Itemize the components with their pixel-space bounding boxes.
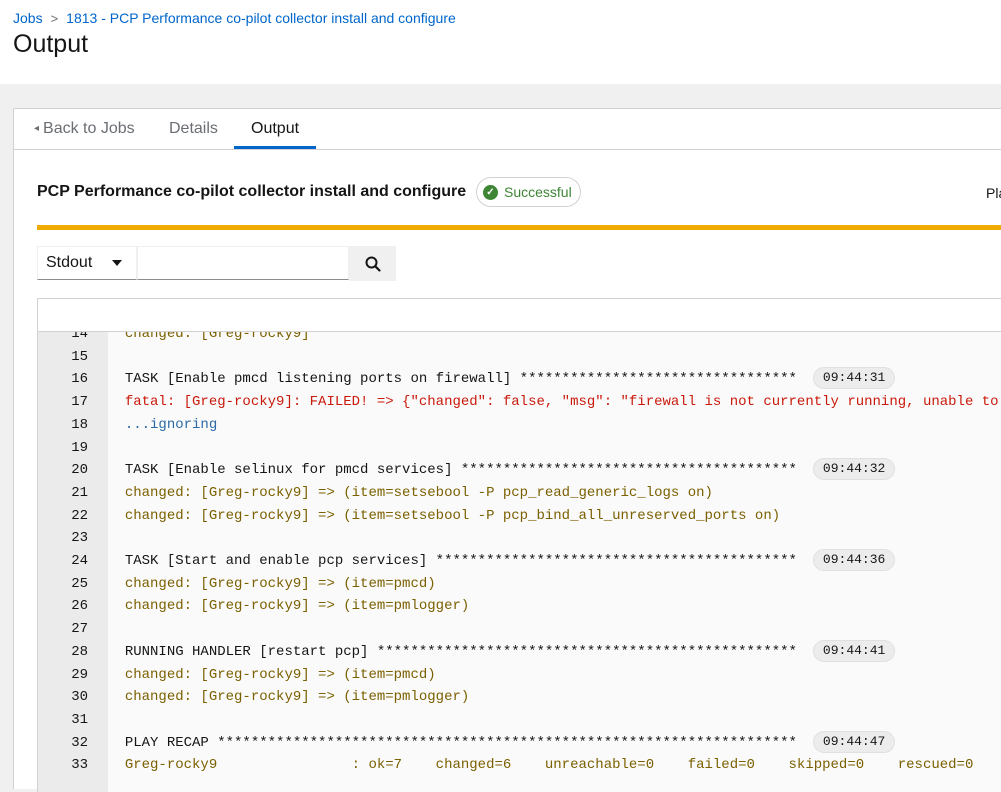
output-line-text: changed: [Greg-rocky9] => (item=pmcd) [124, 575, 436, 592]
output-line-text: RUNNING HANDLER [restart pcp] **********… [124, 643, 797, 660]
timestamp-badge: 09:44:47 [812, 730, 896, 753]
output-line: 23 [38, 527, 1001, 550]
breadcrumb-current-job[interactable]: 1813 - PCP Performance co-pilot collecto… [66, 10, 456, 26]
line-number: 23 [38, 527, 108, 550]
line-number: 20 [38, 459, 108, 482]
output-line: 27 [38, 618, 1001, 641]
timestamp-badge: 09:44:31 [812, 367, 896, 390]
line-number: 18 [38, 413, 108, 436]
output-line-text: TASK [Enable selinux for pmcd services] … [124, 462, 797, 479]
stdout-select[interactable]: Stdout [37, 246, 137, 280]
output-line-text: changed: [Greg-rocky9] => (item=pmlogger… [124, 598, 470, 615]
output-line-text: changed: [Greg-rocky9] => (item=pmlogger… [124, 689, 470, 706]
output-line-text: changed: [Greg-rocky9] => (item=setseboo… [124, 484, 713, 501]
output-pane[interactable]: 14 changed: [Greg-rocky9] 15 16 TASK [Ena… [37, 332, 1001, 792]
output-line: 25 changed: [Greg-rocky9] => (item=pmcd) [38, 572, 1001, 595]
chevron-right-icon: > [50, 11, 59, 26]
check-circle-icon: ✓ [483, 184, 498, 200]
breadcrumb-jobs-link[interactable]: Jobs [13, 10, 43, 26]
output-line: 21 changed: [Greg-rocky9] => (item=setse… [38, 481, 1001, 504]
output-line: 18 ...ignoring [38, 413, 1001, 436]
line-number: 21 [38, 481, 108, 504]
line-number: 25 [38, 572, 108, 595]
output-line-text: TASK [Enable pmcd listening ports on fir… [124, 371, 797, 388]
page-title: Output [13, 30, 89, 58]
output-toolbar [37, 298, 1001, 332]
tab-back-to-jobs-label: Back to Jobs [43, 120, 135, 137]
output-line-text: changed: [Greg-rocky9] [124, 332, 310, 342]
timestamp-badge: 09:44:41 [812, 639, 896, 662]
tab-back-to-jobs[interactable]: ◂ Back to Jobs [34, 109, 135, 149]
output-line: 26 changed: [Greg-rocky9] => (item=pmlog… [38, 595, 1001, 618]
output-line: 22 changed: [Greg-rocky9] => (item=setse… [38, 504, 1001, 527]
play-label: Pla [986, 185, 1001, 201]
search-button[interactable] [349, 246, 396, 281]
output-line: 33 Greg-rocky9 : ok=7 changed=6 unreacha… [38, 754, 1001, 777]
job-progress-bar [37, 225, 1001, 230]
page-header: Jobs >1813 - PCP Performance co-pilot col… [0, 0, 1001, 84]
output-line: 14 changed: [Greg-rocky9] [38, 332, 1001, 345]
output-line-text: ...ignoring [124, 416, 218, 433]
line-number: 30 [38, 686, 108, 709]
line-number: 31 [38, 708, 108, 731]
search-input[interactable] [137, 246, 349, 280]
line-number: 15 [38, 345, 108, 368]
caret-left-icon: ◂ [34, 123, 40, 134]
line-number: 24 [38, 550, 108, 572]
line-number: 33 [38, 754, 108, 777]
output-filter: Stdout [37, 246, 396, 281]
tab-output[interactable]: Output [234, 109, 317, 149]
output-line-text: PLAY RECAP *****************************… [124, 734, 797, 751]
output-line: 30 changed: [Greg-rocky9] => (item=pmlog… [38, 686, 1001, 709]
timestamp-badge: 09:44:36 [812, 549, 896, 571]
output-line: 28 RUNNING HANDLER [restart pcp] *******… [38, 639, 1001, 663]
output-line: 29 changed: [Greg-rocky9] => (item=pmcd) [38, 663, 1001, 686]
output-line: 31 [38, 708, 1001, 731]
output-line-text: changed: [Greg-rocky9] => (item=pmcd) [124, 666, 436, 683]
output-line: 20 TASK [Enable selinux for pmcd service… [38, 458, 1001, 482]
line-number: 29 [38, 663, 108, 686]
line-number: 28 [38, 640, 108, 663]
line-number: 27 [38, 618, 108, 641]
timestamp-badge: 09:44:32 [812, 458, 896, 481]
output-line-text: Greg-rocky9 : ok=7 changed=6 unreachable… [124, 757, 1001, 774]
line-number: 16 [38, 368, 108, 391]
output-line: 15 [38, 345, 1001, 368]
output-line-text: changed: [Greg-rocky9] => (item=setseboo… [124, 507, 781, 524]
caret-down-icon [112, 260, 122, 266]
output-line: 24 TASK [Start and enable pcp services] … [38, 549, 1001, 572]
job-card: ◂ Back to Jobs Details Output PCP Perform… [13, 108, 1001, 792]
status-badge: ✓ Successful [476, 177, 581, 207]
tab-details[interactable]: Details [169, 109, 218, 149]
output-line-text: fatal: [Greg-rocky9]: FAILED! => {"chang… [124, 394, 1001, 411]
stdout-select-value: Stdout [46, 254, 93, 271]
tab-bar: ◂ Back to Jobs Details Output [14, 109, 1001, 150]
breadcrumb: Jobs >1813 - PCP Performance co-pilot col… [13, 10, 456, 26]
line-number: 22 [38, 504, 108, 527]
output-line: 17 fatal: [Greg-rocky9]: FAILED! => {"ch… [38, 391, 1001, 414]
output-line: 19 [38, 436, 1001, 459]
status-label: Successful [504, 184, 572, 200]
output-line: 32 PLAY RECAP **************************… [38, 730, 1001, 754]
search-icon [365, 256, 381, 272]
line-number: 14 [38, 332, 108, 345]
line-number: 17 [38, 391, 108, 414]
line-number: 26 [38, 595, 108, 618]
output-line-text: TASK [Start and enable pcp services] ***… [124, 553, 797, 569]
job-title: PCP Performance co-pilot collector insta… [37, 183, 467, 200]
output-line: 16 TASK [Enable pmcd listening ports on … [38, 367, 1001, 391]
line-number: 32 [38, 731, 108, 754]
line-number: 19 [38, 436, 108, 459]
